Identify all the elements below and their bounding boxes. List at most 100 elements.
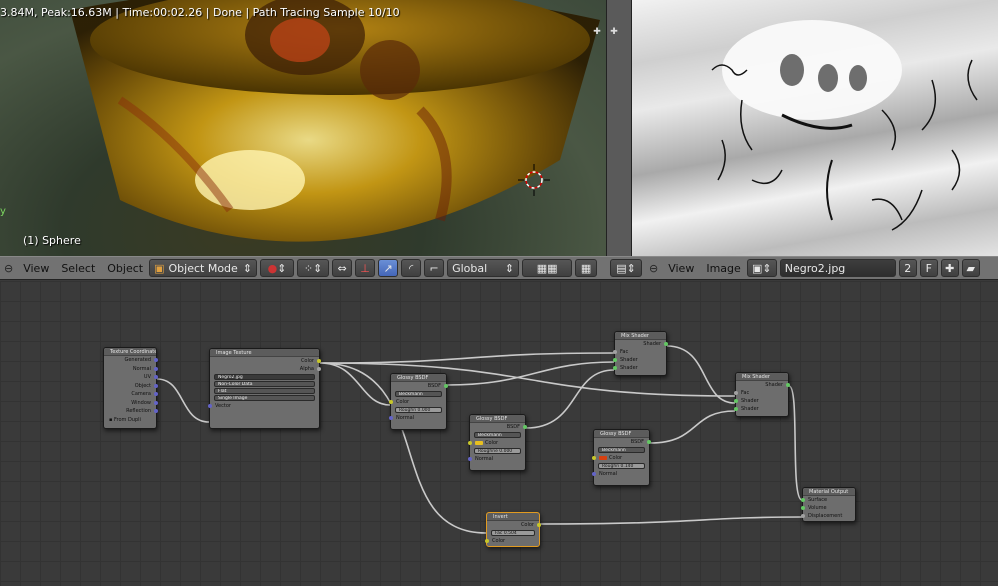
from-dupli-checkbox[interactable]: ▪ From Dupli (104, 416, 156, 424)
menu-object[interactable]: Object (107, 262, 143, 275)
colorspace-dropdown[interactable]: Non-Color Data (214, 381, 315, 387)
node-image-texture[interactable]: Image Texture Color Alpha Negro2.jpg Non… (208, 348, 321, 429)
socket-shader-a[interactable]: Shader (734, 397, 788, 405)
input-socket[interactable] (613, 358, 617, 362)
menu-select[interactable]: Select (61, 262, 95, 275)
translate-toggle[interactable]: ⊥ (355, 259, 376, 277)
projection-dropdown[interactable]: Flat (214, 388, 315, 394)
menu-view[interactable]: View (668, 262, 694, 275)
roughness-slider[interactable]: Roughn 0.140 (598, 463, 645, 469)
rotate-toggle[interactable]: ◜ (401, 259, 422, 277)
socket-shader-out[interactable]: Shader (615, 340, 668, 348)
input-socket[interactable] (468, 441, 472, 445)
input-socket[interactable] (613, 350, 617, 354)
pivot-dropdown[interactable]: ⁘ ⇕ (297, 259, 330, 277)
input-socket[interactable] (734, 407, 738, 411)
socket-color[interactable]: Color (592, 454, 649, 462)
new-image-button[interactable]: ✚ (940, 259, 959, 277)
menu-view[interactable]: View (23, 262, 49, 275)
image-browse-dropdown[interactable]: ▣ ⇕ (746, 259, 777, 277)
socket-color[interactable]: Color (389, 398, 446, 406)
socket-object[interactable]: Object (104, 382, 158, 391)
orientation-dropdown[interactable]: Global ⇕ (447, 259, 520, 277)
input-socket[interactable] (613, 366, 617, 370)
output-socket[interactable] (154, 375, 158, 379)
output-socket[interactable] (523, 425, 527, 429)
socket-normal[interactable]: Normal (592, 470, 649, 478)
socket-shader-out[interactable]: Shader (736, 381, 790, 389)
socket-surface[interactable]: Surface (801, 496, 855, 504)
socket-reflection[interactable]: Reflection (104, 407, 158, 416)
color-swatch[interactable] (475, 440, 483, 445)
source-dropdown[interactable]: Single Image (214, 395, 315, 401)
socket-bsdf[interactable]: BSDF (594, 438, 651, 446)
socket-color-out[interactable]: Color (487, 521, 541, 529)
menu-image[interactable]: Image (706, 262, 740, 275)
area-split-icon[interactable]: ✚ (592, 27, 602, 37)
area-join-icon[interactable]: ✚ (609, 27, 619, 37)
editor-type-dropdown[interactable]: ▤ ⇕ (610, 259, 642, 277)
node-editor[interactable]: Texture Coordinate Generated Normal UV O… (0, 281, 998, 586)
input-socket[interactable] (592, 456, 596, 460)
socket-generated[interactable]: Generated (104, 356, 158, 365)
socket-volume[interactable]: Volume (801, 504, 855, 512)
socket-shader-a[interactable]: Shader (613, 356, 666, 364)
area-divider[interactable]: ✚ (606, 0, 632, 256)
socket-uv[interactable]: UV (104, 373, 158, 382)
output-socket[interactable] (537, 523, 541, 527)
output-socket[interactable] (647, 440, 651, 444)
socket-normal[interactable]: Normal (104, 365, 158, 374)
socket-normal[interactable]: Normal (468, 455, 525, 463)
input-socket[interactable] (468, 457, 472, 461)
input-socket[interactable] (389, 416, 393, 420)
socket-shader-b[interactable]: Shader (734, 405, 788, 413)
open-image-button[interactable]: ▰ (961, 259, 980, 277)
output-socket[interactable] (154, 383, 158, 388)
output-socket[interactable] (154, 409, 158, 413)
socket-window[interactable]: Window (104, 399, 158, 408)
scale-toggle[interactable]: ⌐ (424, 259, 445, 277)
image-users-count[interactable]: 2 (898, 259, 917, 277)
distribution-dropdown[interactable]: Beckmann (598, 447, 645, 453)
output-socket[interactable] (786, 383, 790, 387)
mode-dropdown[interactable]: ▣ Object Mode ⇕ (149, 259, 258, 277)
image-name-field[interactable]: Negro2.jpg (779, 259, 896, 277)
input-socket[interactable] (592, 472, 596, 476)
color-swatch[interactable] (599, 455, 607, 460)
input-socket[interactable] (734, 399, 738, 403)
output-socket[interactable] (154, 392, 158, 396)
input-socket[interactable] (485, 539, 489, 543)
image-editor[interactable] (632, 0, 998, 256)
fake-user-toggle[interactable]: F (919, 259, 938, 277)
input-socket[interactable] (801, 514, 805, 518)
socket-color-in[interactable]: Color (485, 537, 539, 545)
node-glossy-bsdf-1[interactable]: Glossy BSDF BSDF Beckmann Color Roughn 0… (389, 373, 448, 430)
node-mix-shader-1[interactable]: Mix Shader Shader Fac Shader Shader (613, 331, 668, 376)
roughness-slider[interactable]: Roughn 0.000 (395, 407, 442, 413)
input-socket[interactable] (734, 391, 738, 395)
roughness-slider[interactable]: Roughne 0.000 (474, 448, 521, 454)
fac-slider[interactable]: Fac 0.504 (491, 530, 535, 536)
socket-color[interactable]: Color (210, 357, 321, 365)
output-socket[interactable] (317, 359, 321, 363)
output-socket[interactable] (317, 367, 321, 371)
node-glossy-bsdf-2[interactable]: Glossy BSDF BSDF Beckmann Color Roughne … (468, 414, 527, 471)
socket-displacement[interactable]: Displacement (801, 512, 855, 520)
output-socket[interactable] (154, 400, 158, 405)
socket-fac[interactable]: Fac (734, 389, 788, 397)
node-material-output[interactable]: Material Output Surface Volume Displacem… (801, 487, 856, 522)
output-socket[interactable] (664, 342, 668, 346)
input-socket[interactable] (801, 498, 805, 502)
input-socket[interactable] (801, 506, 805, 510)
editor-type-icon[interactable]: ⊖ (4, 262, 13, 275)
distribution-dropdown[interactable]: Beckmann (474, 432, 521, 438)
socket-color[interactable]: Color (468, 439, 525, 447)
socket-bsdf[interactable]: BSDF (470, 423, 527, 431)
socket-bsdf[interactable]: BSDF (391, 382, 448, 390)
layer-buttons-2[interactable]: ▦ (575, 259, 598, 277)
distribution-dropdown[interactable]: Beckmann (395, 391, 442, 397)
image-selector[interactable]: Negro2.jpg (214, 374, 315, 380)
socket-vector[interactable]: Vector (208, 402, 319, 410)
socket-shader-b[interactable]: Shader (613, 364, 666, 372)
node-texture-coordinate[interactable]: Texture Coordinate Generated Normal UV O… (103, 347, 158, 429)
